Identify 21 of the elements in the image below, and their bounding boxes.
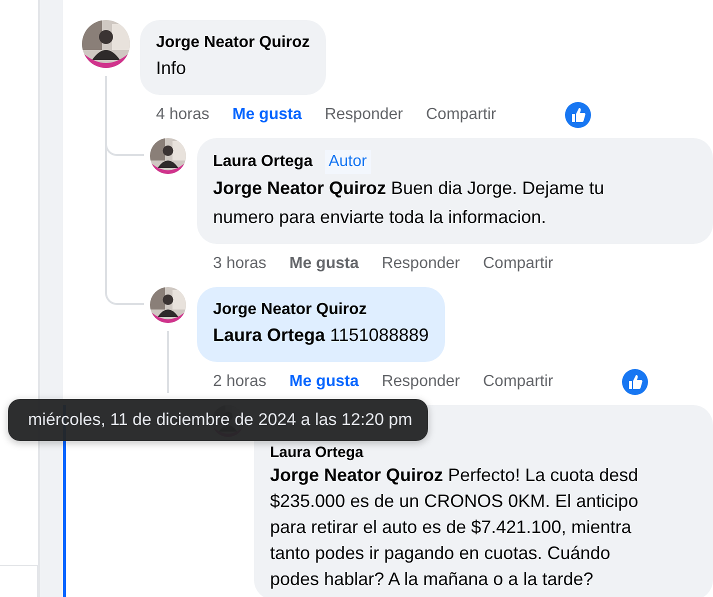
comment-text: Jorge Neator Quiroz Perfecto! La cuota desd $235.000 es de un CRONOS 0KM. El anticipo para retirar el auto es de $7.421.100, mientra tanto podes ir pagando en cuotas. Cuándo podes hablar? A la mañana o a la tarde? bbox=[270, 464, 640, 591]
like-link[interactable]: Me gusta bbox=[232, 106, 302, 124]
share-link[interactable]: Compartir bbox=[483, 373, 554, 391]
comment-time[interactable]: 2 horas bbox=[213, 373, 266, 391]
author-name[interactable]: Laura Ortega bbox=[213, 151, 313, 173]
like-link[interactable]: Me gusta bbox=[289, 373, 359, 391]
author-name[interactable]: Jorge Neator Quiroz bbox=[213, 299, 367, 321]
like-link[interactable]: Me gusta bbox=[289, 255, 359, 273]
author-name[interactable]: Jorge Neator Quiroz bbox=[156, 32, 310, 54]
reply-link[interactable]: Responder bbox=[324, 106, 403, 124]
reply-link[interactable]: Responder bbox=[382, 255, 460, 273]
author-name[interactable]: Laura Ortega bbox=[270, 444, 364, 462]
share-link[interactable]: Compartir bbox=[426, 106, 496, 124]
author-badge: Autor bbox=[324, 150, 371, 174]
reply-link[interactable]: Responder bbox=[382, 373, 460, 391]
comment-text: Laura Ortega 1151088889 bbox=[213, 324, 429, 347]
comment-text: Info bbox=[156, 57, 188, 80]
comment-time[interactable]: 4 horas bbox=[156, 106, 210, 124]
comment-time[interactable]: 3 horas bbox=[213, 255, 266, 273]
share-link[interactable]: Compartir bbox=[483, 255, 554, 273]
comment-text: Jorge Neator Quiroz Buen dia Jorge. Dejame tu numero para enviarte toda la informacion. bbox=[213, 177, 606, 229]
